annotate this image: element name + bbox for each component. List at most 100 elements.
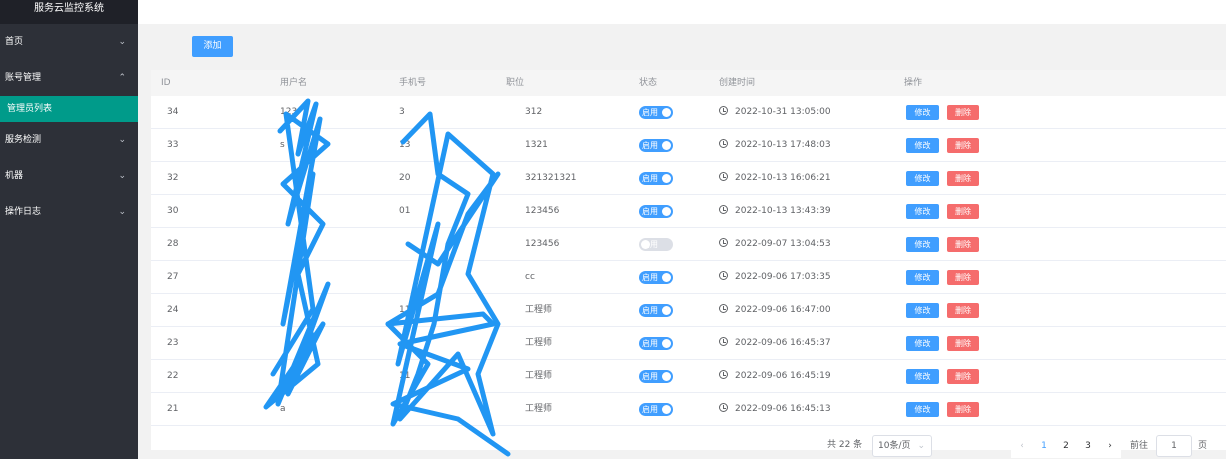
cell-created: 2022-09-06 16:45:13: [719, 393, 831, 426]
cell-username: 1: [280, 371, 286, 381]
switch-knob: [662, 174, 671, 183]
chevron-down-icon: ⌄: [118, 171, 126, 181]
switch-label: 启用: [642, 141, 658, 150]
sidebar-item-machine[interactable]: 机器 ⌄: [0, 158, 138, 194]
table-row: 27 cc 启用 2022-09-06 17:03:35 修改 删除: [151, 261, 1226, 294]
clock-icon: [719, 271, 728, 280]
header-phone: 手机号: [399, 78, 427, 88]
next-page-button[interactable]: ›: [1099, 434, 1121, 458]
cell-id: 33: [167, 140, 179, 150]
cell-position: 工程师: [525, 371, 553, 381]
delete-button[interactable]: 删除: [947, 138, 979, 153]
delete-button[interactable]: 删除: [947, 237, 979, 252]
status-switch[interactable]: 启用: [639, 271, 673, 284]
pagination-total: 共 22 条: [827, 440, 863, 450]
edit-button[interactable]: 修改: [906, 402, 939, 417]
goto-page-input[interactable]: 1: [1156, 435, 1192, 457]
created-time: 2022-09-07 13:04:53: [735, 239, 831, 249]
chevron-down-icon: ⌄: [118, 135, 126, 145]
cell-username: a: [280, 404, 286, 414]
edit-button[interactable]: 修改: [906, 303, 939, 318]
cell-id: 21: [167, 404, 179, 414]
edit-button[interactable]: 修改: [906, 204, 939, 219]
edit-button[interactable]: 修改: [906, 171, 939, 186]
switch-knob: [662, 108, 671, 117]
edit-button[interactable]: 修改: [906, 105, 939, 120]
sidebar-item-label: 服务检测: [5, 135, 42, 145]
cell-phone: 20: [399, 173, 411, 183]
switch-knob: [641, 240, 650, 249]
cell-position: 312: [525, 107, 543, 117]
chevron-up-icon: ⌃: [118, 73, 126, 83]
add-button[interactable]: 添加: [192, 36, 233, 57]
edit-button[interactable]: 修改: [906, 138, 939, 153]
cell-position: 工程师: [525, 338, 553, 348]
sidebar-item-operation-log[interactable]: 操作日志 ⌄: [0, 194, 138, 230]
sidebar-subitem-admin-list[interactable]: 管理员列表: [0, 96, 138, 122]
switch-knob: [662, 141, 671, 150]
cell-id: 24: [167, 305, 179, 315]
edit-button[interactable]: 修改: [906, 336, 939, 351]
cell-position: 321321321: [525, 173, 577, 183]
cell-position: 工程师: [525, 305, 553, 315]
top-bar: [138, 0, 1226, 24]
cell-created: 2022-09-06 17:03:35: [719, 261, 831, 294]
table-row: 21 a 011 工程师 启用 2022-09-06 16:45:13 修改 删除: [151, 393, 1226, 426]
delete-button[interactable]: 删除: [947, 204, 979, 219]
table-row: 24 11 工程师 启用 2022-09-06 16:47:00 修改 删除: [151, 294, 1226, 327]
status-switch[interactable]: 启用: [639, 304, 673, 317]
cell-position: cc: [525, 272, 535, 282]
cell-position: 123456: [525, 206, 560, 216]
header-position: 职位: [506, 78, 525, 88]
delete-button[interactable]: 删除: [947, 105, 979, 120]
status-switch[interactable]: 启用: [639, 139, 673, 152]
clock-icon: [719, 337, 728, 346]
created-time: 2022-10-13 13:43:39: [735, 206, 831, 216]
sidebar-item-service-check[interactable]: 服务检测 ⌄: [0, 122, 138, 158]
prev-page-button[interactable]: ‹: [1011, 434, 1033, 458]
delete-button[interactable]: 删除: [947, 270, 979, 285]
page-size-select[interactable]: 10条/页 ⌄: [872, 435, 932, 457]
header-ops: 操作: [904, 78, 923, 88]
page-1[interactable]: 1: [1033, 434, 1055, 458]
switch-label: 启用: [642, 405, 658, 414]
table-row: 33 s 13 1321 启用 2022-10-13 17:48:03 修改 删除: [151, 129, 1226, 162]
table-row: 32 20 321321321 启用 2022-10-13 16:06:21 修改 删除: [151, 162, 1226, 195]
status-switch[interactable]: 启用: [639, 238, 673, 251]
cell-phone: 11: [399, 371, 411, 381]
page-2[interactable]: 2: [1055, 434, 1077, 458]
edit-button[interactable]: 修改: [906, 369, 939, 384]
page-size-value: 10条/页: [878, 441, 911, 451]
sidebar-item-account[interactable]: 账号管理 ⌃: [0, 60, 138, 96]
clock-icon: [719, 238, 728, 247]
status-switch[interactable]: 启用: [639, 403, 673, 416]
clock-icon: [719, 403, 728, 412]
cell-id: 32: [167, 173, 179, 183]
status-switch[interactable]: 启用: [639, 172, 673, 185]
delete-button[interactable]: 删除: [947, 402, 979, 417]
status-switch[interactable]: 启用: [639, 205, 673, 218]
status-switch[interactable]: 启用: [639, 370, 673, 383]
switch-label: 启用: [642, 273, 658, 282]
cell-phone: 011: [399, 404, 417, 414]
cell-created: 2022-10-13 13:43:39: [719, 195, 831, 228]
switch-label: 启用: [642, 306, 658, 315]
chevron-down-icon: ⌄: [118, 207, 126, 217]
status-switch[interactable]: 启用: [639, 337, 673, 350]
delete-button[interactable]: 删除: [947, 171, 979, 186]
cell-username: 123: [280, 107, 298, 117]
cell-created: 2022-10-13 17:48:03: [719, 129, 831, 162]
page-3[interactable]: 3: [1077, 434, 1099, 458]
cell-created: 2022-10-13 16:06:21: [719, 162, 831, 195]
switch-knob: [662, 339, 671, 348]
edit-button[interactable]: 修改: [906, 237, 939, 252]
status-switch[interactable]: 启用: [639, 106, 673, 119]
delete-button[interactable]: 删除: [947, 336, 979, 351]
header-state: 状态: [639, 78, 658, 88]
sidebar-item-home[interactable]: 首页 ⌄: [0, 24, 138, 60]
delete-button[interactable]: 删除: [947, 303, 979, 318]
delete-button[interactable]: 删除: [947, 369, 979, 384]
edit-button[interactable]: 修改: [906, 270, 939, 285]
clock-icon: [719, 304, 728, 313]
cell-created: 2022-09-06 16:45:19: [719, 360, 831, 393]
